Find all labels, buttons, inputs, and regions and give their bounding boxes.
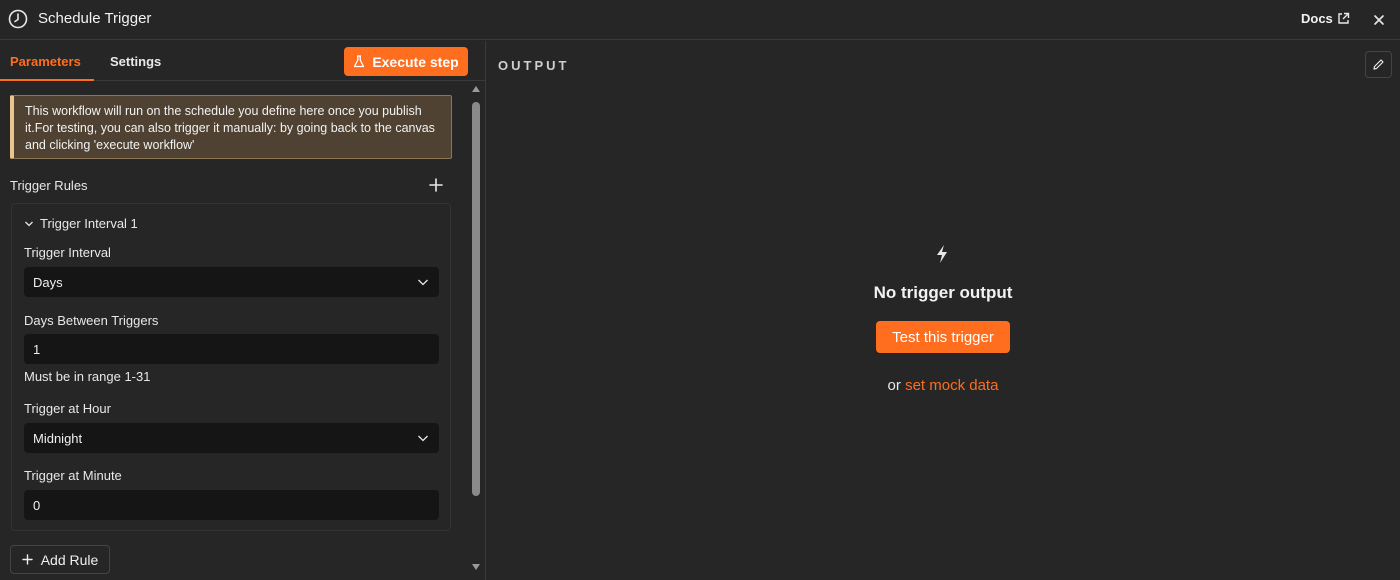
trigger-minute-value: 0 [33, 497, 41, 513]
chevron-down-icon [418, 435, 428, 442]
pencil-icon [1373, 59, 1384, 70]
lightning-bolt-icon [937, 245, 947, 263]
no-output-title: No trigger output [873, 283, 1013, 302]
close-icon[interactable] [1371, 12, 1387, 28]
clock-icon [8, 9, 28, 29]
external-link-icon [1338, 12, 1349, 24]
chevron-down-icon [418, 279, 428, 286]
node-title: Schedule Trigger [38, 10, 152, 27]
parameters-panel: Parameters Settings Execute step This wo… [0, 41, 486, 580]
days-between-value: 1 [33, 341, 41, 357]
edit-output-button[interactable] [1365, 51, 1392, 78]
trigger-minute-input[interactable]: 0 [24, 490, 439, 520]
mock-prefix: or [887, 377, 901, 394]
notice-text: This workflow will run on the schedule y… [25, 104, 435, 152]
trigger-rule-card: Trigger Interval 1 Trigger Interval Days… [11, 203, 451, 531]
scroll-down-arrow-icon[interactable] [471, 563, 481, 571]
rule-title: Trigger Interval 1 [40, 216, 138, 231]
tab-bar: Parameters Settings Execute step [0, 41, 486, 81]
trigger-rules-label: Trigger Rules [10, 178, 88, 193]
trigger-interval-value: Days [33, 274, 63, 290]
test-trigger-button[interactable]: Test this trigger [876, 321, 1010, 353]
execute-step-button[interactable]: Execute step [344, 47, 468, 76]
trigger-hour-select[interactable]: Midnight [24, 423, 439, 453]
flask-icon [354, 55, 365, 68]
tab-parameters[interactable]: Parameters [10, 54, 81, 69]
plus-icon[interactable] [428, 177, 444, 193]
days-between-label: Days Between Triggers [24, 313, 159, 328]
tab-settings[interactable]: Settings [110, 54, 161, 69]
add-rule-label: Add Rule [40, 551, 99, 568]
active-tab-indicator [0, 79, 94, 81]
trigger-minute-label: Trigger at Minute [24, 468, 122, 483]
output-label: OUTPUT [498, 58, 570, 73]
execute-step-label: Execute step [372, 53, 459, 70]
chevron-down-icon [25, 221, 33, 226]
trigger-interval-label: Trigger Interval [24, 245, 111, 260]
set-mock-data-link[interactable]: set mock data [905, 377, 998, 394]
node-header: Schedule Trigger Docs [0, 0, 1400, 40]
mock-data-line: or set mock data [487, 377, 1399, 394]
plus-icon [22, 554, 33, 565]
scrollbar-thumb[interactable] [472, 102, 480, 496]
docs-label: Docs [1301, 11, 1333, 26]
rule-collapse-toggle[interactable]: Trigger Interval 1 [24, 216, 138, 231]
days-between-input[interactable]: 1 [24, 334, 439, 364]
trigger-hour-label: Trigger at Hour [24, 401, 111, 416]
scroll-up-arrow-icon[interactable] [471, 85, 481, 93]
output-panel: OUTPUT No trigger output Test this trigg… [487, 41, 1400, 580]
publish-notice: This workflow will run on the schedule y… [10, 95, 452, 159]
scrollbar[interactable] [470, 85, 482, 575]
trigger-hour-value: Midnight [33, 430, 83, 446]
add-rule-button[interactable]: Add Rule [10, 545, 110, 574]
trigger-interval-select[interactable]: Days [24, 267, 439, 297]
days-range-hint: Must be in range 1-31 [24, 369, 151, 384]
docs-link[interactable]: Docs [1301, 11, 1350, 26]
